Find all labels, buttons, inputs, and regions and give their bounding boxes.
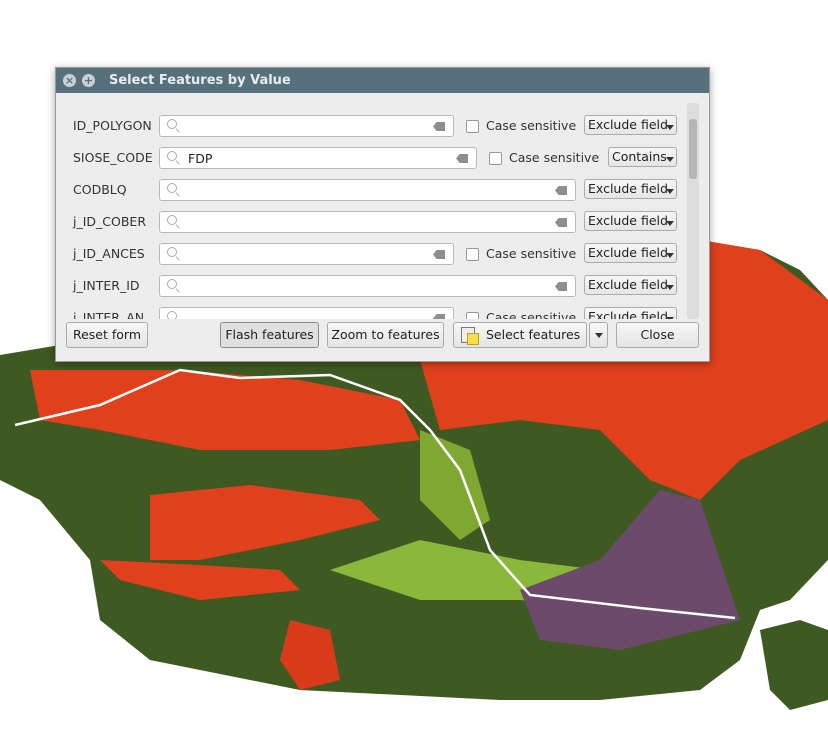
- scrollbar[interactable]: [687, 103, 699, 319]
- filter-mode-value: Exclude field: [588, 117, 668, 132]
- filter-mode-dropdown[interactable]: Exclude field: [584, 211, 677, 231]
- field-row: j_INTER_AN Case sensitive Exclude field: [56, 306, 686, 319]
- chevron-down-icon: [666, 157, 674, 162]
- filter-mode-dropdown[interactable]: Contains: [608, 147, 677, 167]
- field-label: j_ID_ANCES: [73, 246, 145, 261]
- clear-icon[interactable]: [555, 282, 567, 291]
- chevron-down-icon: [595, 333, 603, 338]
- field-input[interactable]: [159, 211, 576, 233]
- field-input[interactable]: [159, 307, 454, 319]
- chevron-down-icon: [666, 253, 674, 258]
- search-icon: [167, 279, 177, 289]
- chevron-down-icon: [666, 189, 674, 194]
- filter-mode-value: Exclude field: [588, 277, 668, 292]
- field-row: ID_POLYGON Case sensitive Exclude field: [56, 114, 686, 138]
- clear-icon[interactable]: [555, 186, 567, 195]
- filter-mode-dropdown[interactable]: Exclude field: [584, 275, 677, 295]
- chevron-down-icon: [666, 221, 674, 226]
- search-icon: [167, 247, 177, 257]
- field-row: j_INTER_ID Exclude field: [56, 274, 686, 298]
- flash-features-button[interactable]: Flash features: [220, 322, 319, 348]
- field-label: j_ID_COBER: [73, 214, 147, 229]
- field-input[interactable]: FDP: [159, 147, 477, 169]
- search-icon: [167, 119, 177, 129]
- clear-icon[interactable]: [433, 122, 445, 131]
- case-sensitive-label: Case sensitive: [486, 246, 577, 261]
- clear-icon[interactable]: [456, 154, 468, 163]
- chevron-down-icon: [666, 125, 674, 130]
- scrollbar-thumb[interactable]: [689, 119, 697, 179]
- search-icon: [167, 183, 177, 193]
- clear-icon[interactable]: [433, 250, 445, 259]
- field-row: j_ID_ANCES Case sensitive Exclude field: [56, 242, 686, 266]
- chevron-down-icon: [666, 317, 674, 319]
- case-sensitive-checkbox[interactable]: [489, 152, 502, 165]
- field-label: SIOSE_CODE: [73, 150, 153, 165]
- field-value: FDP: [188, 151, 213, 166]
- select-features-button[interactable]: Select features: [453, 322, 587, 348]
- field-input[interactable]: [159, 179, 576, 201]
- field-row: j_ID_COBER Exclude field: [56, 210, 686, 234]
- filter-mode-value: Exclude field: [588, 309, 668, 319]
- field-row: SIOSE_CODE FDP Case sensitive Contains: [56, 146, 686, 170]
- case-sensitive-checkbox[interactable]: [466, 120, 479, 133]
- field-input[interactable]: [159, 275, 576, 297]
- case-sensitive-label: Case sensitive: [486, 310, 577, 319]
- dialog-title: Select Features by Value: [109, 73, 291, 88]
- field-input[interactable]: [159, 115, 454, 137]
- filter-mode-value: Exclude field: [588, 181, 668, 196]
- field-list: ID_POLYGON Case sensitive Exclude field SI…: [56, 103, 686, 319]
- filter-mode-dropdown[interactable]: Exclude field: [584, 115, 677, 135]
- filter-mode-value: Contains: [612, 149, 667, 164]
- case-sensitive-label: Case sensitive: [486, 118, 577, 133]
- filter-mode-dropdown[interactable]: Exclude field: [584, 179, 677, 199]
- chevron-down-icon: [666, 285, 674, 290]
- field-label: j_INTER_ID: [73, 278, 140, 293]
- select-features-label: Select features: [486, 327, 581, 342]
- field-row: CODBLQ Exclude field: [56, 178, 686, 202]
- close-button[interactable]: Close: [616, 322, 699, 348]
- filter-mode-value: Exclude field: [588, 213, 668, 228]
- title-bar[interactable]: × + Select Features by Value: [56, 68, 709, 93]
- search-icon: [167, 215, 177, 225]
- search-icon: [167, 151, 177, 161]
- close-window-icon[interactable]: ×: [63, 74, 76, 87]
- filter-mode-dropdown[interactable]: Exclude field: [584, 243, 677, 263]
- maximize-window-icon[interactable]: +: [82, 74, 95, 87]
- case-sensitive-checkbox[interactable]: [466, 248, 479, 261]
- field-input[interactable]: [159, 243, 454, 265]
- field-label: j_INTER_AN: [73, 310, 145, 319]
- field-label: ID_POLYGON: [73, 118, 152, 133]
- clear-icon[interactable]: [555, 218, 567, 227]
- clear-icon[interactable]: [433, 314, 445, 319]
- reset-form-button[interactable]: Reset form: [66, 322, 148, 348]
- filter-mode-dropdown[interactable]: Exclude field: [584, 307, 677, 319]
- case-sensitive-label: Case sensitive: [509, 150, 600, 165]
- select-features-dialog: × + Select Features by Value ID_POLYGON …: [55, 67, 710, 362]
- select-features-dropdown[interactable]: [589, 322, 608, 348]
- terrain-island: [760, 620, 828, 710]
- filter-mode-value: Exclude field: [588, 245, 668, 260]
- select-features-icon-overlay: [467, 333, 479, 345]
- zoom-to-features-button[interactable]: Zoom to features: [327, 322, 444, 348]
- field-label: CODBLQ: [73, 182, 127, 197]
- case-sensitive-checkbox[interactable]: [466, 312, 479, 319]
- search-icon: [167, 311, 177, 319]
